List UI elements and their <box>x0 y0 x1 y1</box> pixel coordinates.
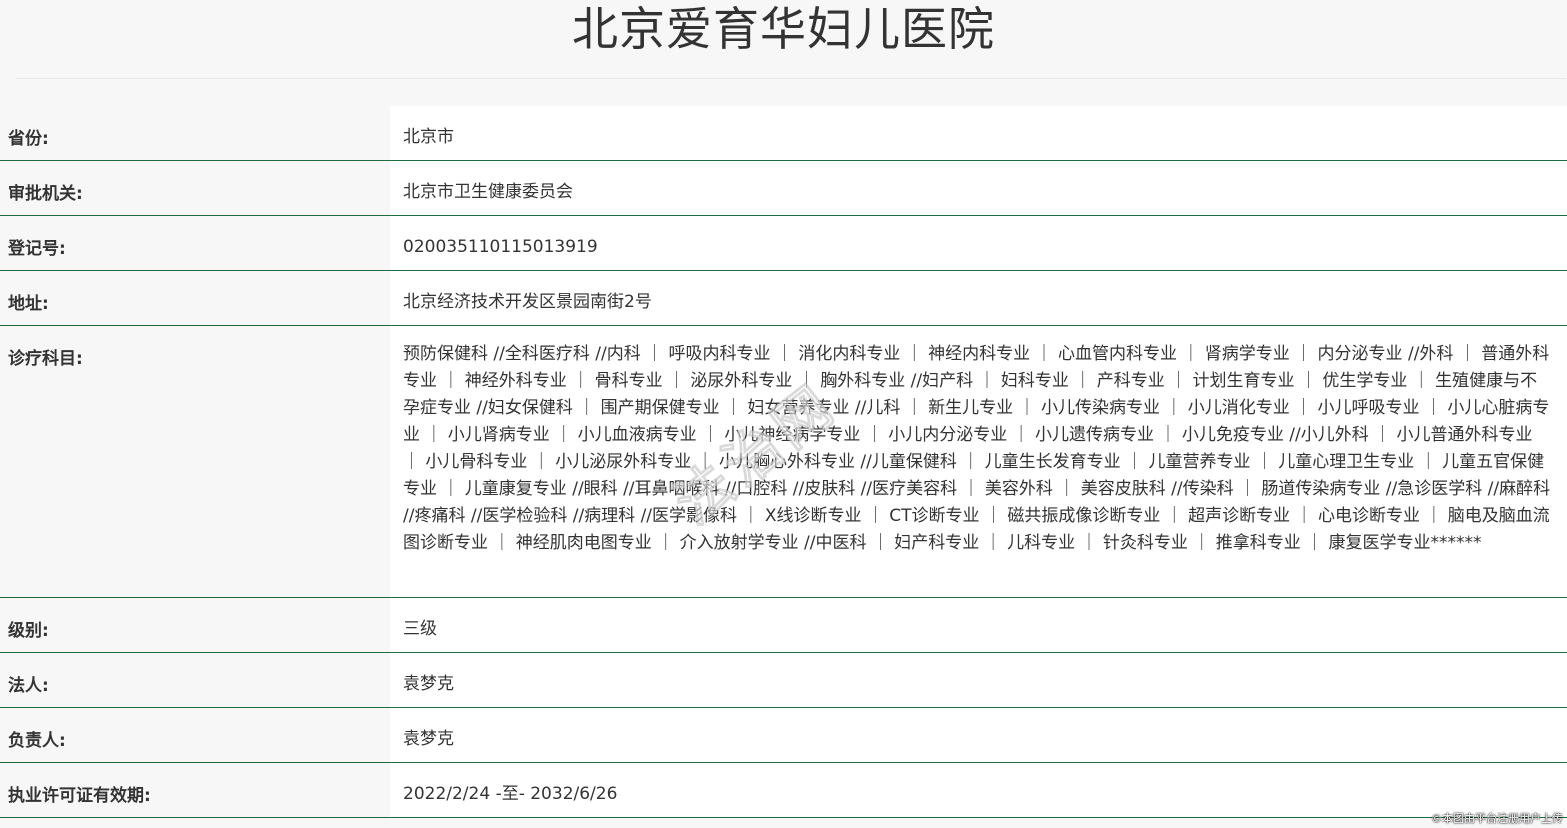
row-legal-person: 法人: 袁梦克 <box>0 653 1567 708</box>
label-registration-number: 登记号: <box>0 216 390 270</box>
row-address: 地址: 北京经济技术开发区景园南街2号 <box>0 271 1567 326</box>
hospital-info-table: 省份: 北京市 审批机关: 北京市卫生健康委员会 登记号: 0200351101… <box>0 106 1567 818</box>
page-title: 北京爱育华妇儿医院 <box>572 2 995 56</box>
title-divider <box>16 78 1566 79</box>
label-province: 省份: <box>0 106 390 160</box>
label-legal-person: 法人: <box>0 653 390 707</box>
label-departments: 诊疗科目: <box>0 326 390 597</box>
value-address: 北京经济技术开发区景园南街2号 <box>390 271 1567 325</box>
upload-note: ©本图由平台注册用户上传 <box>1431 812 1563 825</box>
row-approval-authority: 审批机关: 北京市卫生健康委员会 <box>0 161 1567 216</box>
row-departments: 诊疗科目: 预防保健科 //全科医疗科 //内科 ｜ 呼吸内科专业 ｜ 消化内科… <box>0 326 1567 598</box>
label-level: 级别: <box>0 598 390 652</box>
value-province: 北京市 <box>390 106 1567 160</box>
value-departments: 预防保健科 //全科医疗科 //内科 ｜ 呼吸内科专业 ｜ 消化内科专业 ｜ 神… <box>390 326 1567 597</box>
row-license-validity: 执业许可证有效期: 2022/2/24 -至- 2032/6/26 <box>0 763 1567 818</box>
label-license-validity: 执业许可证有效期: <box>0 763 390 817</box>
row-registration-number: 登记号: 020035110115013919 <box>0 216 1567 271</box>
value-registration-number: 020035110115013919 <box>390 216 1567 270</box>
row-person-in-charge: 负责人: 袁梦克 <box>0 708 1567 763</box>
row-level: 级别: 三级 <box>0 598 1567 653</box>
value-approval-authority: 北京市卫生健康委员会 <box>390 161 1567 215</box>
label-approval-authority: 审批机关: <box>0 161 390 215</box>
label-address: 地址: <box>0 271 390 325</box>
value-license-validity: 2022/2/24 -至- 2032/6/26 <box>390 763 1567 817</box>
row-province: 省份: 北京市 <box>0 106 1567 161</box>
label-person-in-charge: 负责人: <box>0 708 390 762</box>
value-legal-person: 袁梦克 <box>390 653 1567 707</box>
value-level: 三级 <box>390 598 1567 652</box>
value-person-in-charge: 袁梦克 <box>390 708 1567 762</box>
